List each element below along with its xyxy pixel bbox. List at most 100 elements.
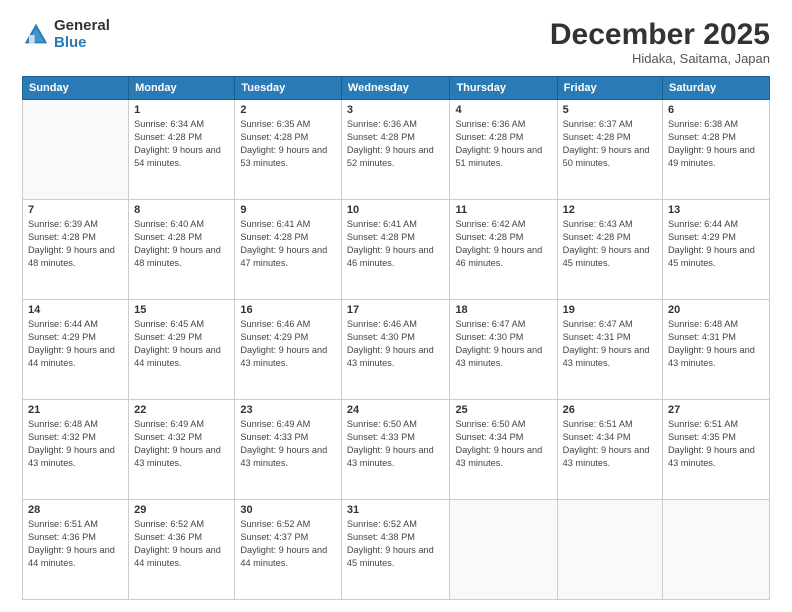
- day-info: Sunrise: 6:45 AMSunset: 4:29 PMDaylight:…: [134, 318, 229, 370]
- calendar-cell: [23, 100, 129, 200]
- logo-icon: [22, 21, 50, 49]
- calendar-cell: 23 Sunrise: 6:49 AMSunset: 4:33 PMDayligh…: [235, 400, 342, 500]
- day-number: 22: [134, 404, 229, 416]
- title-block: December 2025 Hidaka, Saitama, Japan: [550, 18, 770, 66]
- day-number: 10: [347, 204, 445, 216]
- day-info: Sunrise: 6:42 AMSunset: 4:28 PMDaylight:…: [455, 218, 551, 270]
- page: General Blue December 2025 Hidaka, Saita…: [0, 0, 792, 612]
- day-number: 31: [347, 504, 445, 516]
- logo-general: General: [54, 18, 110, 35]
- day-info: Sunrise: 6:52 AMSunset: 4:38 PMDaylight:…: [347, 518, 445, 570]
- calendar-cell: 29 Sunrise: 6:52 AMSunset: 4:36 PMDayligh…: [129, 500, 235, 600]
- day-info: Sunrise: 6:44 AMSunset: 4:29 PMDaylight:…: [28, 318, 123, 370]
- calendar-cell: 14 Sunrise: 6:44 AMSunset: 4:29 PMDayligh…: [23, 300, 129, 400]
- day-info: Sunrise: 6:43 AMSunset: 4:28 PMDaylight:…: [563, 218, 657, 270]
- day-info: Sunrise: 6:39 AMSunset: 4:28 PMDaylight:…: [28, 218, 123, 270]
- day-info: Sunrise: 6:49 AMSunset: 4:33 PMDaylight:…: [240, 418, 336, 470]
- day-info: Sunrise: 6:51 AMSunset: 4:36 PMDaylight:…: [28, 518, 123, 570]
- calendar-cell: 19 Sunrise: 6:47 AMSunset: 4:31 PMDayligh…: [557, 300, 662, 400]
- calendar-cell: 31 Sunrise: 6:52 AMSunset: 4:38 PMDayligh…: [341, 500, 450, 600]
- day-number: 20: [668, 304, 764, 316]
- calendar-cell: 15 Sunrise: 6:45 AMSunset: 4:29 PMDayligh…: [129, 300, 235, 400]
- day-number: 24: [347, 404, 445, 416]
- day-info: Sunrise: 6:50 AMSunset: 4:33 PMDaylight:…: [347, 418, 445, 470]
- calendar-week-row: 14 Sunrise: 6:44 AMSunset: 4:29 PMDayligh…: [23, 300, 770, 400]
- calendar-cell: 11 Sunrise: 6:42 AMSunset: 4:28 PMDayligh…: [450, 200, 557, 300]
- calendar-header-tuesday: Tuesday: [235, 77, 342, 100]
- day-info: Sunrise: 6:41 AMSunset: 4:28 PMDaylight:…: [240, 218, 336, 270]
- day-number: 14: [28, 304, 123, 316]
- calendar-cell: 7 Sunrise: 6:39 AMSunset: 4:28 PMDaylight…: [23, 200, 129, 300]
- day-info: Sunrise: 6:46 AMSunset: 4:29 PMDaylight:…: [240, 318, 336, 370]
- day-number: 12: [563, 204, 657, 216]
- day-number: 11: [455, 204, 551, 216]
- location: Hidaka, Saitama, Japan: [550, 51, 770, 66]
- day-number: 23: [240, 404, 336, 416]
- logo-blue: Blue: [54, 35, 110, 52]
- calendar-header-sunday: Sunday: [23, 77, 129, 100]
- day-number: 5: [563, 104, 657, 116]
- day-number: 16: [240, 304, 336, 316]
- calendar-header-monday: Monday: [129, 77, 235, 100]
- calendar-cell: 21Sunrise: 6:48 AMSunset: 4:32 PMDayligh…: [23, 400, 129, 500]
- calendar-header-saturday: Saturday: [663, 77, 770, 100]
- day-info: Sunrise: 6:51 AMSunset: 4:34 PMDaylight:…: [563, 418, 657, 470]
- calendar-cell: 4 Sunrise: 6:36 AMSunset: 4:28 PMDaylight…: [450, 100, 557, 200]
- calendar-cell: 3Sunrise: 6:36 AMSunset: 4:28 PMDaylight…: [341, 100, 450, 200]
- calendar-week-row: 21Sunrise: 6:48 AMSunset: 4:32 PMDayligh…: [23, 400, 770, 500]
- day-number: 19: [563, 304, 657, 316]
- day-info: Sunrise: 6:48 AMSunset: 4:31 PMDaylight:…: [668, 318, 764, 370]
- calendar-header-wednesday: Wednesday: [341, 77, 450, 100]
- day-number: 7: [28, 204, 123, 216]
- calendar-cell: 27 Sunrise: 6:51 AMSunset: 4:35 PMDayligh…: [663, 400, 770, 500]
- day-info: Sunrise: 6:52 AMSunset: 4:36 PMDaylight:…: [134, 518, 229, 570]
- day-info: Sunrise: 6:41 AMSunset: 4:28 PMDaylight:…: [347, 218, 445, 270]
- calendar-cell: 12 Sunrise: 6:43 AMSunset: 4:28 PMDayligh…: [557, 200, 662, 300]
- calendar-header-thursday: Thursday: [450, 77, 557, 100]
- calendar-cell: 5 Sunrise: 6:37 AMSunset: 4:28 PMDaylight…: [557, 100, 662, 200]
- day-info: Sunrise: 6:38 AMSunset: 4:28 PMDaylight:…: [668, 118, 764, 170]
- calendar-cell: [663, 500, 770, 600]
- day-number: 27: [668, 404, 764, 416]
- calendar-cell: 8Sunrise: 6:40 AMSunset: 4:28 PMDaylight…: [129, 200, 235, 300]
- day-info: Sunrise: 6:47 AMSunset: 4:31 PMDaylight:…: [563, 318, 657, 370]
- day-number: 18: [455, 304, 551, 316]
- day-number: 26: [563, 404, 657, 416]
- calendar-cell: 18 Sunrise: 6:47 AMSunset: 4:30 PMDayligh…: [450, 300, 557, 400]
- calendar-cell: 20 Sunrise: 6:48 AMSunset: 4:31 PMDayligh…: [663, 300, 770, 400]
- calendar-cell: [557, 500, 662, 600]
- day-number: 21: [28, 404, 123, 416]
- day-number: 15: [134, 304, 229, 316]
- day-number: 30: [240, 504, 336, 516]
- calendar-cell: [450, 500, 557, 600]
- day-info: Sunrise: 6:47 AMSunset: 4:30 PMDaylight:…: [455, 318, 551, 370]
- calendar-cell: 22Sunrise: 6:49 AMSunset: 4:32 PMDayligh…: [129, 400, 235, 500]
- day-number: 9: [240, 204, 336, 216]
- day-info: Sunrise: 6:40 AMSunset: 4:28 PMDaylight:…: [134, 218, 229, 270]
- day-number: 2: [240, 104, 336, 116]
- day-info: Sunrise: 6:37 AMSunset: 4:28 PMDaylight:…: [563, 118, 657, 170]
- day-info: Sunrise: 6:52 AMSunset: 4:37 PMDaylight:…: [240, 518, 336, 570]
- calendar-cell: 26 Sunrise: 6:51 AMSunset: 4:34 PMDayligh…: [557, 400, 662, 500]
- day-info: Sunrise: 6:36 AMSunset: 4:28 PMDaylight:…: [455, 118, 551, 170]
- day-number: 6: [668, 104, 764, 116]
- calendar-cell: 2Sunrise: 6:35 AMSunset: 4:28 PMDaylight…: [235, 100, 342, 200]
- day-info: Sunrise: 6:36 AMSunset: 4:28 PMDaylight:…: [347, 118, 445, 170]
- calendar-cell: 30 Sunrise: 6:52 AMSunset: 4:37 PMDayligh…: [235, 500, 342, 600]
- calendar-cell: 6 Sunrise: 6:38 AMSunset: 4:28 PMDaylight…: [663, 100, 770, 200]
- calendar-week-row: 1 Sunrise: 6:34 AMSunset: 4:28 PMDaylight…: [23, 100, 770, 200]
- calendar-week-row: 28 Sunrise: 6:51 AMSunset: 4:36 PMDayligh…: [23, 500, 770, 600]
- calendar-cell: 10 Sunrise: 6:41 AMSunset: 4:28 PMDayligh…: [341, 200, 450, 300]
- day-info: Sunrise: 6:51 AMSunset: 4:35 PMDaylight:…: [668, 418, 764, 470]
- day-number: 1: [134, 104, 229, 116]
- calendar-cell: 9 Sunrise: 6:41 AMSunset: 4:28 PMDaylight…: [235, 200, 342, 300]
- day-number: 4: [455, 104, 551, 116]
- calendar-header-row: SundayMondayTuesdayWednesdayThursdayFrid…: [23, 77, 770, 100]
- day-number: 29: [134, 504, 229, 516]
- day-info: Sunrise: 6:34 AMSunset: 4:28 PMDaylight:…: [134, 118, 229, 170]
- day-number: 28: [28, 504, 123, 516]
- day-info: Sunrise: 6:46 AMSunset: 4:30 PMDaylight:…: [347, 318, 445, 370]
- calendar-cell: 28 Sunrise: 6:51 AMSunset: 4:36 PMDayligh…: [23, 500, 129, 600]
- calendar-cell: 24 Sunrise: 6:50 AMSunset: 4:33 PMDayligh…: [341, 400, 450, 500]
- calendar-table: SundayMondayTuesdayWednesdayThursdayFrid…: [22, 76, 770, 600]
